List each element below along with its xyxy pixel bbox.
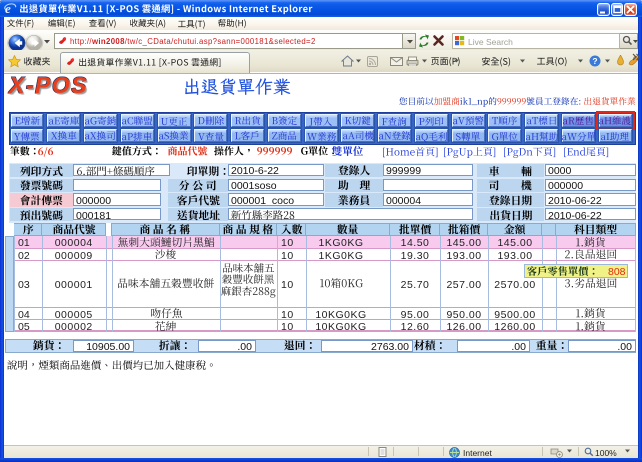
svg-text:?: ? [592,56,597,66]
